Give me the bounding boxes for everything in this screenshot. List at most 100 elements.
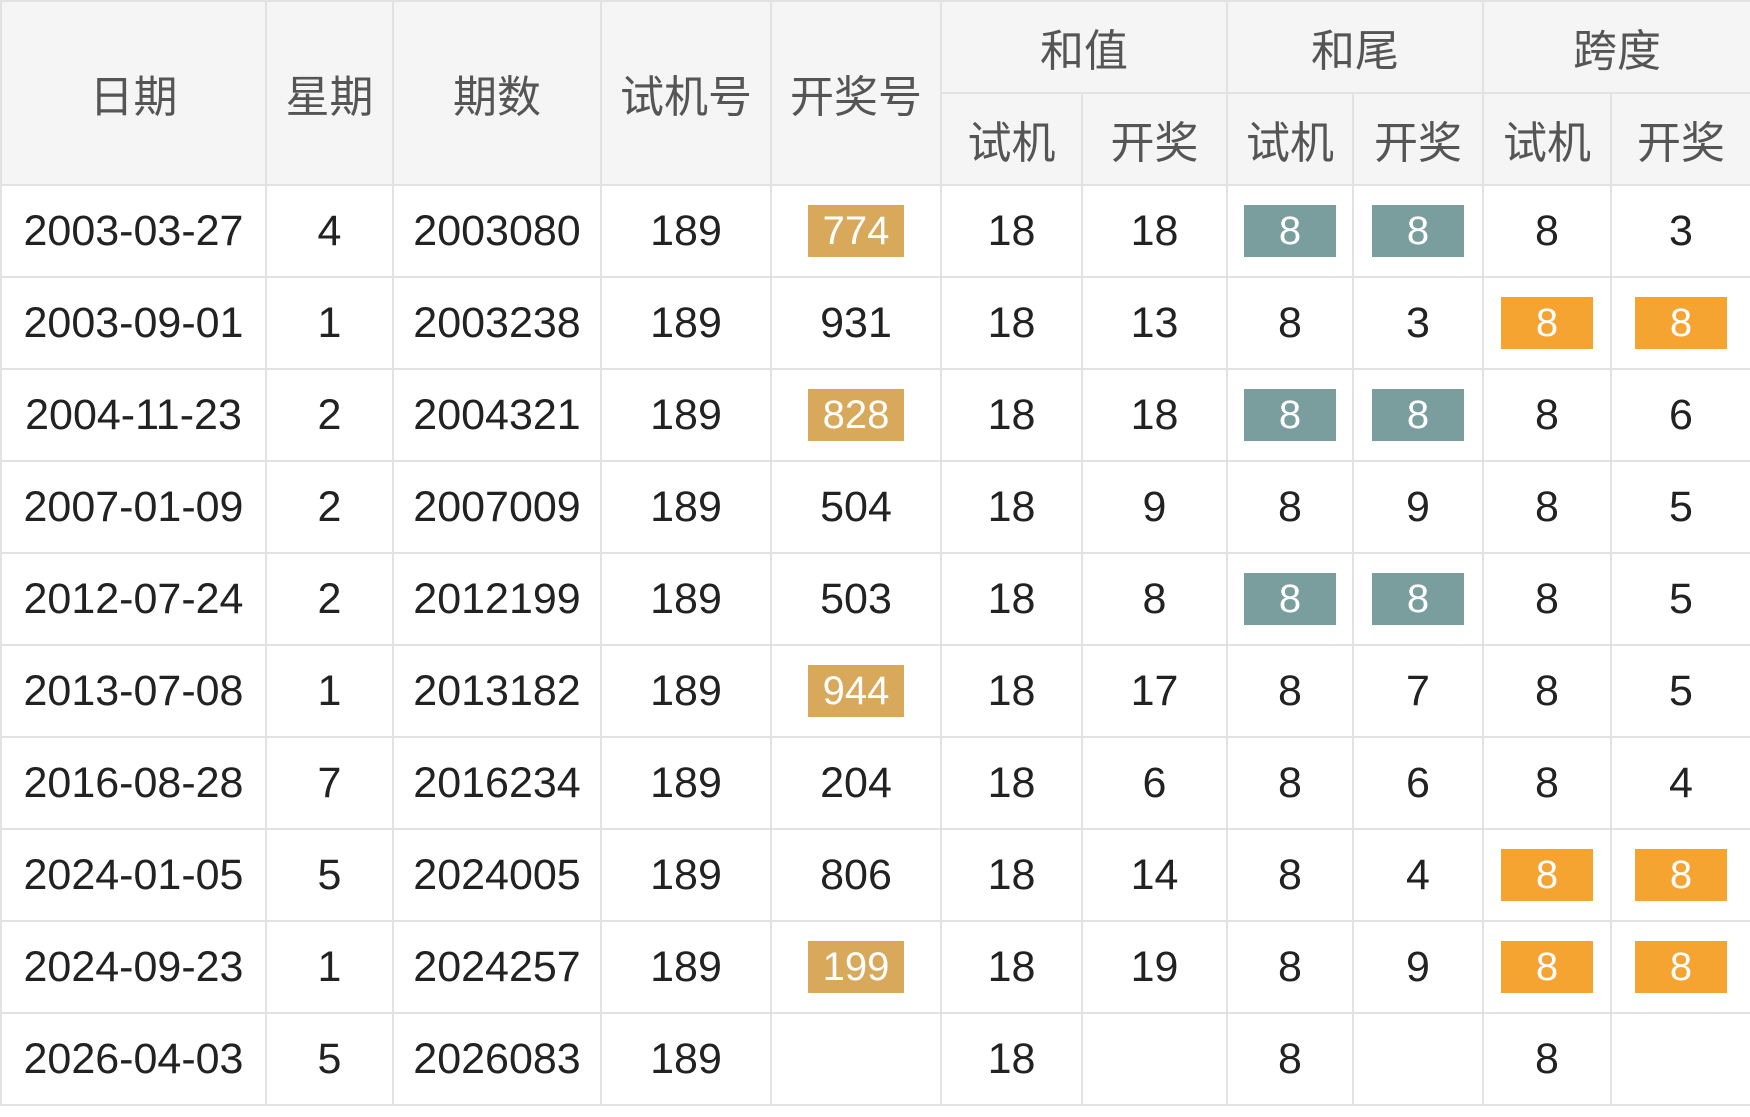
cell-issue: 2013182 bbox=[392, 644, 602, 738]
cell-tail-draw: 8 bbox=[1352, 184, 1484, 278]
cell-trial-number: 189 bbox=[600, 184, 772, 278]
cell-trial-number: 189 bbox=[600, 460, 772, 554]
cell-draw-number: 944 bbox=[770, 644, 942, 738]
header-sum: 和值 bbox=[940, 0, 1228, 94]
cell-sum-trial: 18 bbox=[940, 460, 1083, 554]
cell-issue: 2024257 bbox=[392, 920, 602, 1014]
cell-sum-trial: 18 bbox=[940, 552, 1083, 646]
cell-span-draw-highlight: 8 bbox=[1635, 849, 1727, 902]
cell-draw-number: 503 bbox=[770, 552, 942, 646]
cell-span-trial: 8 bbox=[1482, 1012, 1612, 1106]
cell-span-trial-highlight: 8 bbox=[1501, 297, 1593, 350]
cell-issue: 2024005 bbox=[392, 828, 602, 922]
cell-span-trial: 8 bbox=[1482, 828, 1612, 922]
table-row: 2003-03-27 4 2003080 189 774 18 18 8 8 8 3 bbox=[0, 184, 1750, 278]
cell-weekday: 7 bbox=[265, 736, 394, 830]
cell-span-draw-highlight: 8 bbox=[1635, 941, 1727, 994]
cell-tail-trial: 8 bbox=[1226, 1012, 1354, 1106]
cell-tail-trial-highlight: 8 bbox=[1244, 205, 1336, 258]
cell-tail-draw: 9 bbox=[1352, 460, 1484, 554]
table-row: 2016-08-28 7 2016234 189 204 18 6 8 6 8 4 bbox=[0, 736, 1750, 830]
cell-trial-number: 189 bbox=[600, 368, 772, 462]
cell-draw-number bbox=[770, 1012, 942, 1106]
cell-weekday: 5 bbox=[265, 1012, 394, 1106]
cell-span-trial: 8 bbox=[1482, 276, 1612, 370]
cell-draw-number: 504 bbox=[770, 460, 942, 554]
cell-trial-number: 189 bbox=[600, 276, 772, 370]
cell-trial-number: 189 bbox=[600, 736, 772, 830]
cell-tail-draw bbox=[1352, 1012, 1484, 1106]
cell-tail-draw: 6 bbox=[1352, 736, 1484, 830]
cell-tail-trial: 8 bbox=[1226, 184, 1354, 278]
cell-span-draw: 8 bbox=[1610, 276, 1750, 370]
header-sum-draw: 开奖 bbox=[1081, 92, 1228, 186]
cell-tail-draw: 3 bbox=[1352, 276, 1484, 370]
cell-weekday: 2 bbox=[265, 460, 394, 554]
cell-span-draw: 5 bbox=[1610, 644, 1750, 738]
cell-tail-draw: 7 bbox=[1352, 644, 1484, 738]
header-weekday: 星期 bbox=[265, 0, 394, 186]
cell-sum-trial: 18 bbox=[940, 644, 1083, 738]
cell-weekday: 1 bbox=[265, 920, 394, 1014]
cell-sum-draw bbox=[1081, 1012, 1228, 1106]
header-issue: 期数 bbox=[392, 0, 602, 186]
cell-issue: 2004321 bbox=[392, 368, 602, 462]
cell-sum-draw: 13 bbox=[1081, 276, 1228, 370]
table-row: 2026-04-03 5 2026083 189 18 8 8 bbox=[0, 1012, 1750, 1106]
cell-draw-number-highlight: 944 bbox=[808, 665, 904, 718]
cell-tail-trial-highlight: 8 bbox=[1244, 389, 1336, 442]
cell-span-draw: 8 bbox=[1610, 828, 1750, 922]
header-tail-draw: 开奖 bbox=[1352, 92, 1484, 186]
cell-tail-trial: 8 bbox=[1226, 276, 1354, 370]
table-row: 2004-11-23 2 2004321 189 828 18 18 8 8 8 6 bbox=[0, 368, 1750, 462]
cell-span-draw: 3 bbox=[1610, 184, 1750, 278]
cell-sum-draw: 6 bbox=[1081, 736, 1228, 830]
cell-sum-draw: 17 bbox=[1081, 644, 1228, 738]
cell-trial-number: 189 bbox=[600, 552, 772, 646]
cell-trial-number: 189 bbox=[600, 828, 772, 922]
cell-span-draw bbox=[1610, 1012, 1750, 1106]
table-row: 2012-07-24 2 2012199 189 503 18 8 8 8 8 5 bbox=[0, 552, 1750, 646]
cell-date: 2026-04-03 bbox=[0, 1012, 267, 1106]
cell-span-trial: 8 bbox=[1482, 552, 1612, 646]
table-row: 2024-01-05 5 2024005 189 806 18 14 8 4 8 8 bbox=[0, 828, 1750, 922]
header-span: 跨度 bbox=[1482, 0, 1750, 94]
cell-span-draw: 4 bbox=[1610, 736, 1750, 830]
header-date: 日期 bbox=[0, 0, 267, 186]
cell-span-draw: 5 bbox=[1610, 460, 1750, 554]
cell-tail-draw: 9 bbox=[1352, 920, 1484, 1014]
cell-date: 2013-07-08 bbox=[0, 644, 267, 738]
cell-date: 2024-09-23 bbox=[0, 920, 267, 1014]
cell-tail-draw: 4 bbox=[1352, 828, 1484, 922]
cell-trial-number: 189 bbox=[600, 920, 772, 1014]
cell-span-trial: 8 bbox=[1482, 736, 1612, 830]
cell-sum-trial: 18 bbox=[940, 828, 1083, 922]
cell-weekday: 2 bbox=[265, 368, 394, 462]
header-sum-trial: 试机 bbox=[940, 92, 1083, 186]
cell-weekday: 5 bbox=[265, 828, 394, 922]
header-span-draw: 开奖 bbox=[1610, 92, 1750, 186]
cell-tail-draw: 8 bbox=[1352, 368, 1484, 462]
cell-draw-number-highlight: 774 bbox=[808, 205, 904, 258]
cell-span-trial: 8 bbox=[1482, 368, 1612, 462]
cell-date: 2003-03-27 bbox=[0, 184, 267, 278]
cell-sum-draw: 14 bbox=[1081, 828, 1228, 922]
cell-date: 2012-07-24 bbox=[0, 552, 267, 646]
cell-tail-trial: 8 bbox=[1226, 460, 1354, 554]
table-row: 2007-01-09 2 2007009 189 504 18 9 8 9 8 5 bbox=[0, 460, 1750, 554]
cell-sum-trial: 18 bbox=[940, 1012, 1083, 1106]
cell-issue: 2003238 bbox=[392, 276, 602, 370]
cell-draw-number: 931 bbox=[770, 276, 942, 370]
cell-tail-trial: 8 bbox=[1226, 828, 1354, 922]
cell-sum-draw: 18 bbox=[1081, 184, 1228, 278]
cell-sum-draw: 19 bbox=[1081, 920, 1228, 1014]
cell-trial-number: 189 bbox=[600, 1012, 772, 1106]
header-draw-number: 开奖号 bbox=[770, 0, 942, 186]
cell-sum-trial: 18 bbox=[940, 184, 1083, 278]
cell-sum-draw: 8 bbox=[1081, 552, 1228, 646]
cell-weekday: 2 bbox=[265, 552, 394, 646]
table-row: 2013-07-08 1 2013182 189 944 18 17 8 7 8 5 bbox=[0, 644, 1750, 738]
header-tail-trial: 试机 bbox=[1226, 92, 1354, 186]
cell-tail-draw-highlight: 8 bbox=[1372, 205, 1464, 258]
cell-sum-trial: 18 bbox=[940, 368, 1083, 462]
